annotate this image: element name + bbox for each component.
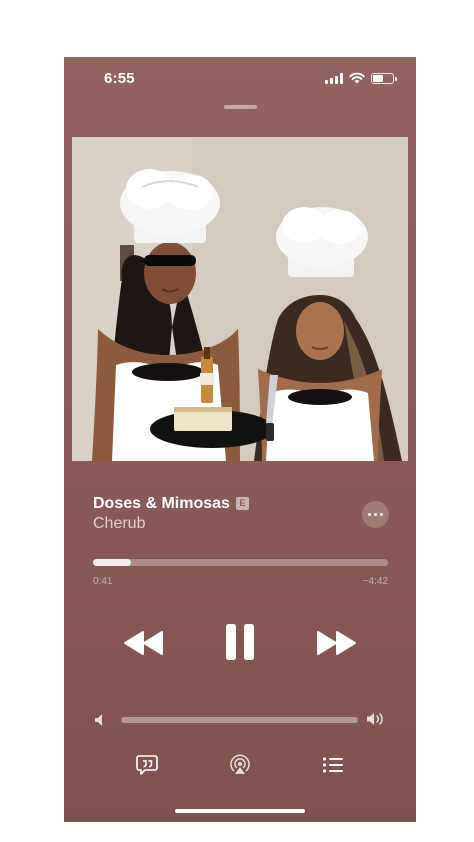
speaker-low-icon bbox=[95, 714, 102, 726]
elapsed-time: 0:41 bbox=[93, 576, 113, 587]
fast-forward-button[interactable] bbox=[314, 625, 358, 661]
pause-button[interactable] bbox=[222, 622, 258, 662]
sheet-grabber[interactable] bbox=[224, 105, 257, 109]
track-artist[interactable]: Cherub bbox=[93, 515, 145, 533]
track-title-text: Doses & Mimosas bbox=[93, 495, 230, 512]
explicit-badge: E bbox=[235, 497, 249, 510]
battery-level bbox=[373, 74, 384, 82]
pause-icon bbox=[226, 624, 254, 660]
fast-forward-icon bbox=[317, 631, 356, 655]
rewind-icon bbox=[124, 631, 163, 655]
lyrics-button[interactable] bbox=[135, 754, 159, 776]
battery-icon bbox=[371, 72, 397, 84]
cellular-signal-icon bbox=[325, 72, 343, 84]
album-artwork-image bbox=[72, 137, 408, 461]
playback-progress-fill bbox=[93, 559, 132, 566]
airplay-button[interactable] bbox=[228, 754, 252, 776]
playback-progress-slider[interactable] bbox=[93, 559, 388, 566]
track-title: Doses & Mimosas E bbox=[93, 495, 249, 513]
wifi-icon bbox=[349, 72, 365, 84]
ellipsis-icon bbox=[367, 512, 372, 517]
queue-button[interactable] bbox=[321, 754, 345, 776]
lyrics-quote-icon bbox=[136, 755, 158, 775]
more-options-button[interactable] bbox=[362, 501, 389, 528]
speaker-high-icon bbox=[367, 713, 383, 725]
queue-list-icon bbox=[322, 757, 343, 773]
album-artwork bbox=[72, 137, 408, 461]
status-icons bbox=[325, 72, 397, 84]
status-time: 6:55 bbox=[104, 70, 135, 87]
rewind-button[interactable] bbox=[122, 625, 166, 661]
home-indicator[interactable] bbox=[175, 809, 305, 813]
volume-slider[interactable] bbox=[121, 717, 358, 723]
remaining-time: −4:42 bbox=[362, 576, 388, 587]
now-playing-screen: 6:55 Doses & Mimosas E Cherub 0:41 −4:42 bbox=[64, 57, 416, 822]
airplay-icon bbox=[230, 754, 250, 774]
